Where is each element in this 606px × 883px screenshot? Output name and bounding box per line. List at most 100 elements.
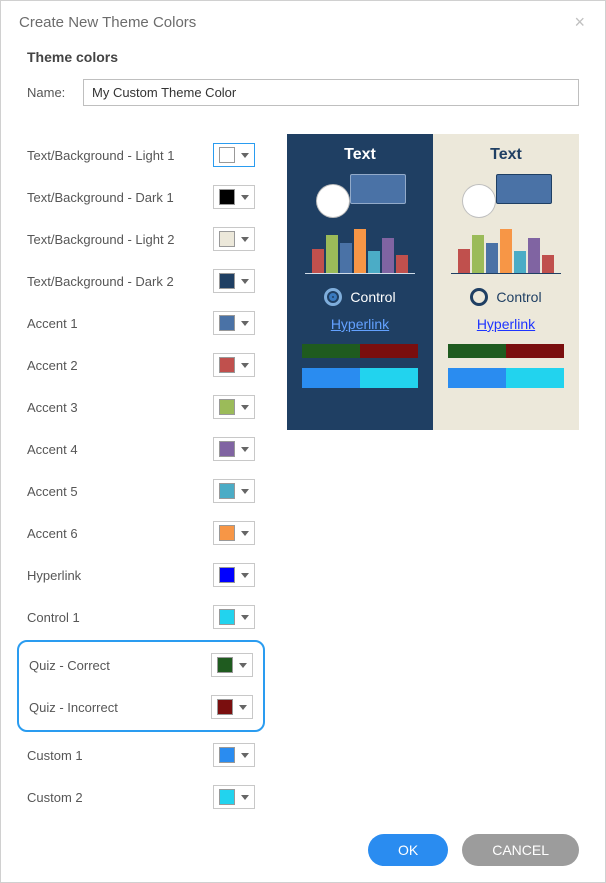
color-label: Hyperlink [27,568,81,583]
color-label: Accent 3 [27,400,78,415]
color-swatch [219,567,235,583]
preview-custom-strip [448,368,564,388]
preview-control-row: Control [470,288,541,306]
radio-icon [470,288,488,306]
color-swatch [219,441,235,457]
color-swatch-button[interactable] [213,353,255,377]
color-label: Text/Background - Dark 2 [27,274,174,289]
chevron-down-icon [241,237,249,242]
chevron-down-icon [241,531,249,536]
chevron-down-icon [241,573,249,578]
chevron-down-icon [241,753,249,758]
color-label: Accent 2 [27,358,78,373]
color-swatch-button[interactable] [213,743,255,767]
dialog-title: Create New Theme Colors [19,14,196,31]
color-label: Text/Background - Light 1 [27,148,174,163]
ok-button[interactable]: OK [368,834,448,866]
chevron-down-icon [241,363,249,368]
color-row: Text/Background - Dark 2 [27,260,255,302]
preview-quiz-strip [448,344,564,358]
radio-icon [324,288,342,306]
color-row: Accent 2 [27,344,255,386]
color-swatch-button[interactable] [213,605,255,629]
color-row: Hyperlink [27,554,255,596]
color-swatch-button[interactable] [213,785,255,809]
preview-control-label: Control [496,289,541,305]
preview-dark: Text Control Hyperlink [287,134,433,430]
color-row: Control 1 [27,596,255,638]
chevron-down-icon [241,795,249,800]
preview-custom-strip [302,368,418,388]
color-label: Custom 1 [27,748,83,763]
color-swatch-button[interactable] [211,695,253,719]
color-swatch-button[interactable] [213,479,255,503]
color-label: Text/Background - Dark 1 [27,190,174,205]
color-swatch-button[interactable] [213,395,255,419]
cancel-button[interactable]: CANCEL [462,834,579,866]
color-label: Accent 5 [27,484,78,499]
chevron-down-icon [239,663,247,668]
preview-control-label: Control [350,289,395,305]
close-icon[interactable]: × [568,11,591,33]
color-swatch [219,399,235,415]
color-row: Accent 5 [27,470,255,512]
chevron-down-icon [241,195,249,200]
preview-shapes [310,172,410,216]
chevron-down-icon [241,321,249,326]
color-picker-list: Text/Background - Light 1 Text/Background… [27,134,255,818]
preview-light: Text Control Hyperlink [433,134,579,430]
chevron-down-icon [239,705,247,710]
color-row: Accent 6 [27,512,255,554]
color-row: Text/Background - Light 1 [27,134,255,176]
chevron-down-icon [241,279,249,284]
color-swatch-button[interactable] [213,269,255,293]
preview-bar-chart [305,228,415,274]
color-label: Quiz - Incorrect [29,700,118,715]
quiz-highlight-box: Quiz - Correct Quiz - Incorrect [17,640,265,732]
color-swatch-button[interactable] [213,563,255,587]
color-swatch [219,147,235,163]
chevron-down-icon [241,615,249,620]
color-swatch-button[interactable] [213,437,255,461]
preview-bar-chart [451,228,561,274]
color-row: Custom 2 [27,776,255,818]
color-swatch [219,609,235,625]
color-swatch [219,525,235,541]
color-swatch-button[interactable] [213,311,255,335]
color-swatch-button[interactable] [213,143,255,167]
color-swatch-button[interactable] [213,521,255,545]
color-row: Quiz - Incorrect [29,686,253,728]
preview-hyperlink: Hyperlink [331,316,389,332]
color-swatch-button[interactable] [211,653,253,677]
color-label: Accent 4 [27,442,78,457]
color-row: Accent 3 [27,386,255,428]
preview-quiz-strip [302,344,418,358]
color-swatch [219,189,235,205]
color-swatch [219,483,235,499]
color-swatch [219,315,235,331]
preview-control-row: Control [324,288,395,306]
color-label: Accent 6 [27,526,78,541]
color-swatch-button[interactable] [213,227,255,251]
section-heading: Theme colors [27,49,579,65]
color-label: Quiz - Correct [29,658,110,673]
preview-title: Text [344,146,376,164]
color-row: Text/Background - Light 2 [27,218,255,260]
color-label: Text/Background - Light 2 [27,232,174,247]
color-swatch-button[interactable] [213,185,255,209]
color-swatch [219,273,235,289]
theme-name-input[interactable] [83,79,579,106]
color-label: Accent 1 [27,316,78,331]
color-swatch [219,789,235,805]
chevron-down-icon [241,405,249,410]
theme-preview: Text Control Hyperlink Text [287,134,579,430]
preview-title: Text [490,146,522,164]
chevron-down-icon [241,153,249,158]
color-row: Quiz - Correct [29,644,253,686]
color-swatch [219,747,235,763]
preview-hyperlink: Hyperlink [477,316,535,332]
color-row: Accent 4 [27,428,255,470]
color-row: Accent 1 [27,302,255,344]
color-swatch [219,231,235,247]
preview-shapes [456,172,556,216]
